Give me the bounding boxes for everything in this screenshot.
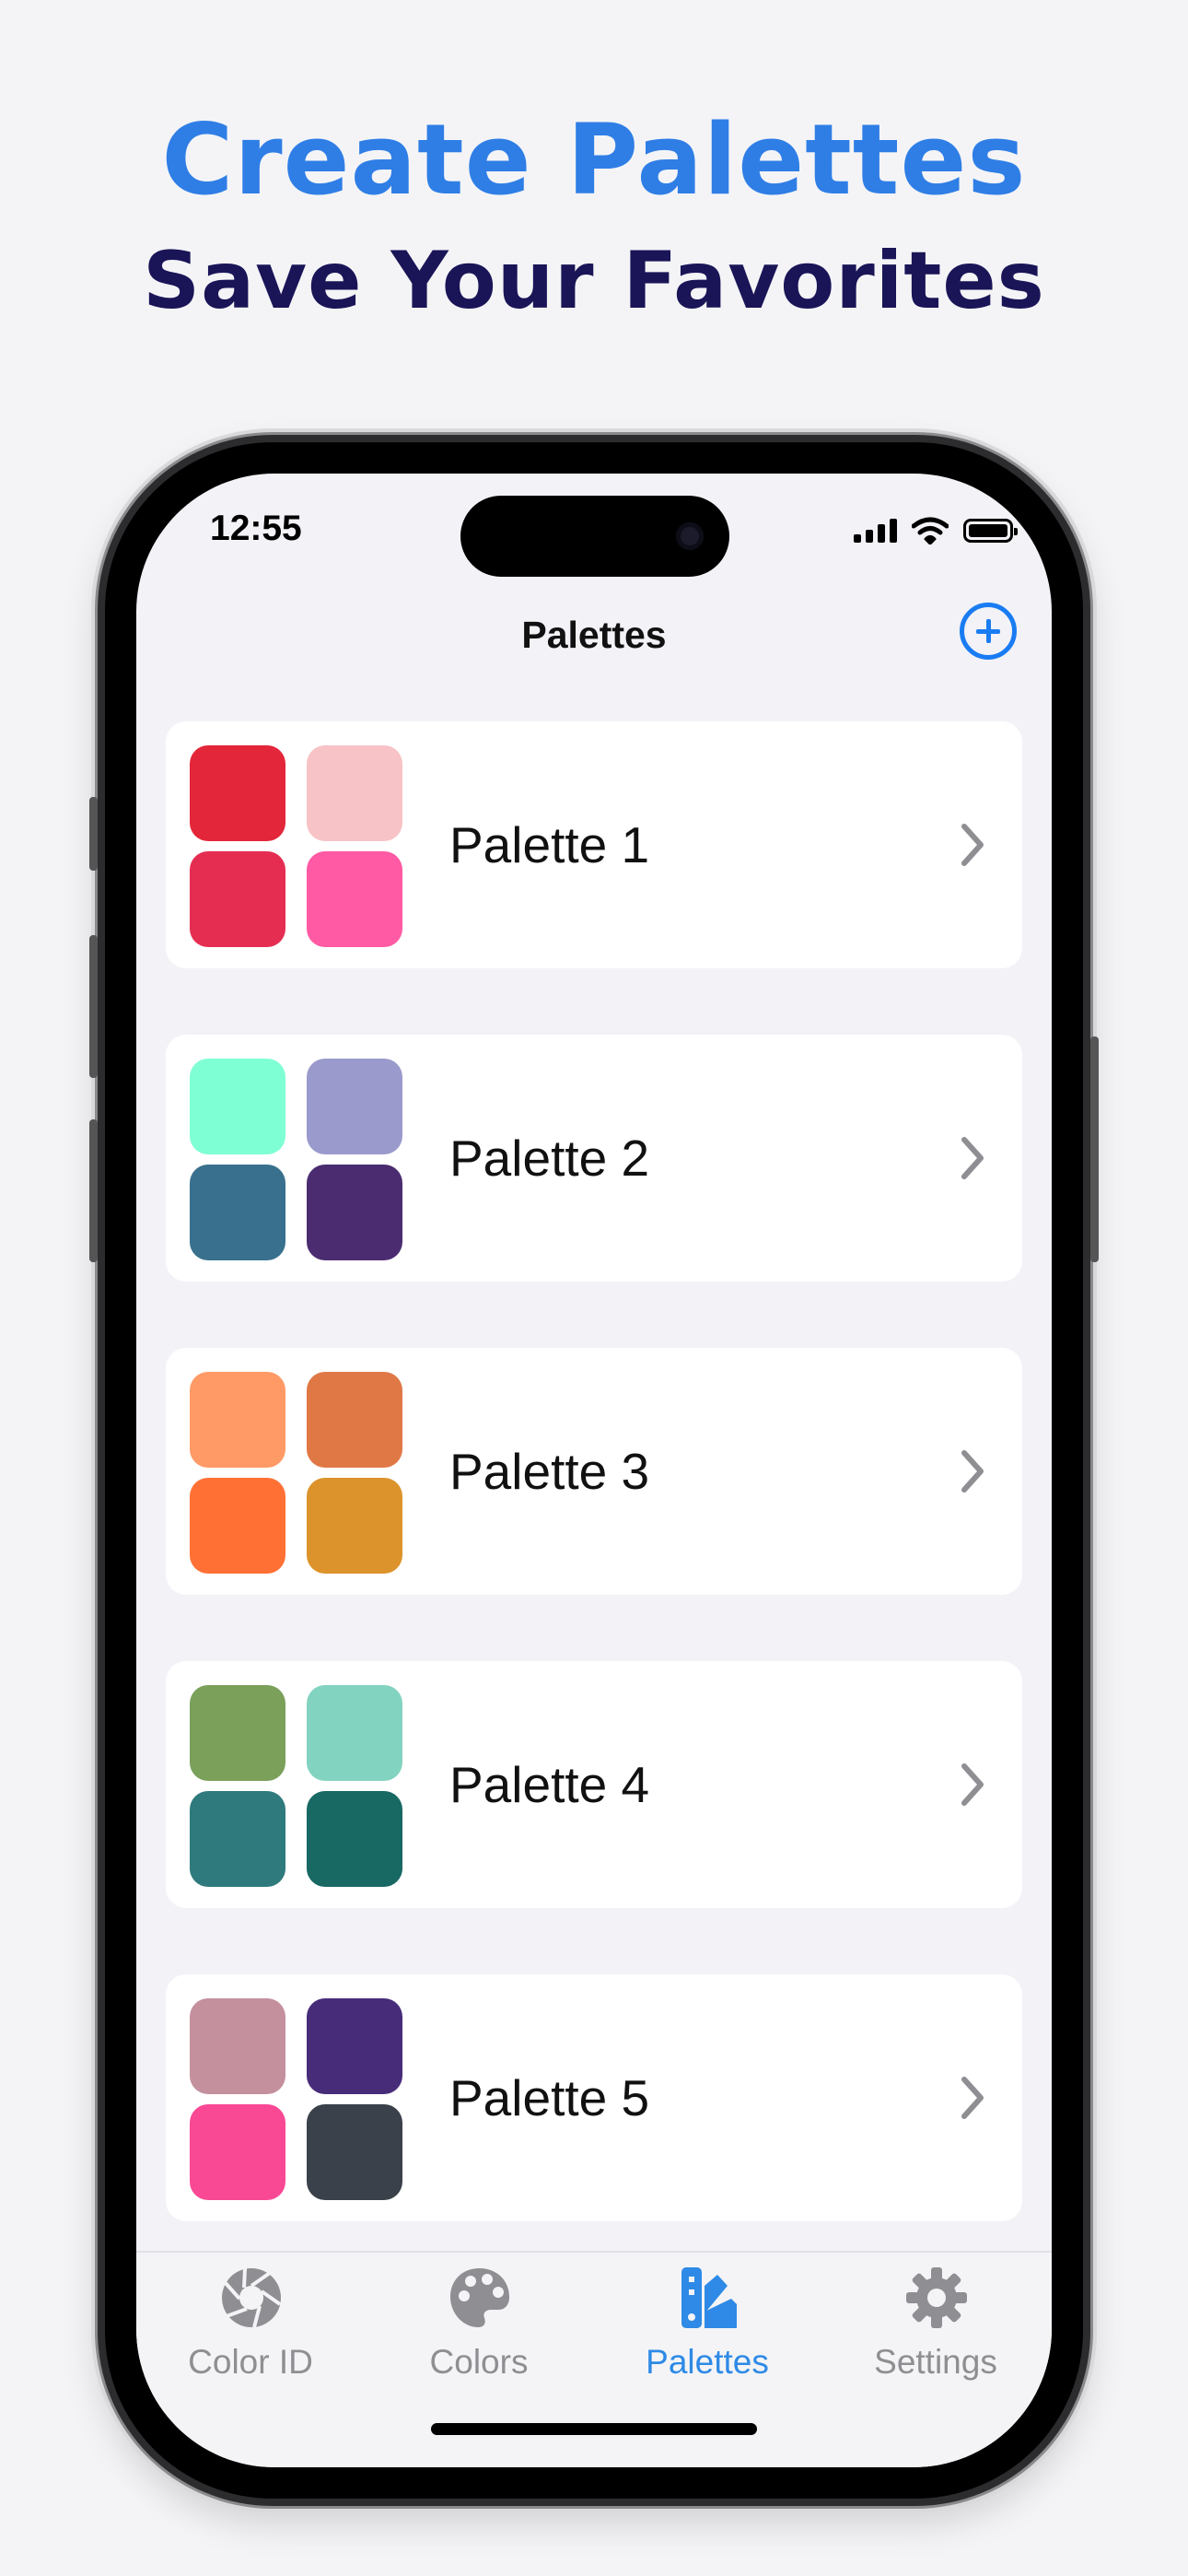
color-swatch (307, 745, 402, 841)
color-swatch (307, 1791, 402, 1887)
tab-bar: Color ID Colors Palettes Settings (136, 2251, 1052, 2467)
tab-label: Color ID (188, 2343, 313, 2381)
palette-card[interactable]: Palette 4 (166, 1661, 1022, 1908)
color-swatch (190, 1372, 285, 1468)
gear-icon (906, 2267, 967, 2328)
color-swatch (190, 851, 285, 947)
palette-card[interactable]: Palette 5 (166, 1974, 1022, 2221)
phone-power-button (1090, 1036, 1099, 1262)
promo-headline: Create Palettes (161, 103, 1027, 217)
color-swatch (190, 1059, 285, 1154)
tab-colors[interactable]: Colors (365, 2253, 593, 2391)
tab-palettes[interactable]: Palettes (593, 2253, 821, 2391)
chevron-right-icon (961, 824, 984, 866)
page-title: Palettes (521, 614, 667, 656)
color-swatch (190, 1478, 285, 1574)
palette-card[interactable]: Palette 3 (166, 1348, 1022, 1595)
dynamic-island (460, 496, 729, 577)
palette-card[interactable]: Palette 1 (166, 721, 1022, 968)
phone-volume-down (89, 1119, 98, 1262)
color-swatch (307, 1685, 402, 1781)
status-time: 12:55 (210, 509, 302, 548)
cellular-signal-icon (854, 519, 897, 543)
tab-label: Palettes (646, 2343, 769, 2381)
color-swatch (190, 745, 285, 841)
tab-label: Settings (874, 2343, 997, 2381)
tab-color-id[interactable]: Color ID (136, 2253, 365, 2391)
aperture-icon (222, 2267, 282, 2328)
phone-silent-switch (89, 797, 98, 871)
tab-label: Colors (429, 2343, 529, 2381)
battery-icon (963, 519, 1018, 543)
palette-name: Palette 4 (449, 1756, 650, 1813)
phone-volume-up (89, 935, 98, 1078)
status-indicators (854, 514, 1018, 547)
color-swatch (190, 2104, 285, 2200)
palette-name: Palette 1 (449, 816, 650, 873)
color-swatch (307, 1998, 402, 2094)
color-swatch (307, 1372, 402, 1468)
palette-name: Palette 3 (449, 1443, 650, 1500)
app-screen: 12:55 Palettes Palette 1 Palette 2 Palette… (136, 474, 1052, 2467)
palette-icon (450, 2268, 509, 2327)
color-swatch (307, 1059, 402, 1154)
color-swatch (190, 1791, 285, 1887)
chevron-right-icon (961, 1450, 984, 1493)
add-palette-button[interactable] (960, 603, 1017, 660)
color-swatch (307, 1478, 402, 1574)
promo-subhead: Save Your Favorites (143, 235, 1045, 327)
wifi-icon (912, 517, 949, 544)
palette-name: Palette 5 (449, 2069, 650, 2126)
home-indicator (431, 2423, 757, 2435)
color-swatch (190, 1998, 285, 2094)
chevron-right-icon (961, 2077, 984, 2119)
color-swatch (307, 2104, 402, 2200)
swatchbook-icon (681, 2267, 737, 2328)
color-swatch (190, 1165, 285, 1260)
color-swatch (307, 1165, 402, 1260)
camera-icon (676, 522, 704, 550)
chevron-right-icon (961, 1137, 984, 1179)
color-swatch (307, 851, 402, 947)
palette-card[interactable]: Palette 2 (166, 1035, 1022, 1282)
palette-name: Palette 2 (449, 1130, 650, 1187)
tab-settings[interactable]: Settings (821, 2253, 1050, 2391)
color-swatch (190, 1685, 285, 1781)
chevron-right-icon (961, 1763, 984, 1806)
